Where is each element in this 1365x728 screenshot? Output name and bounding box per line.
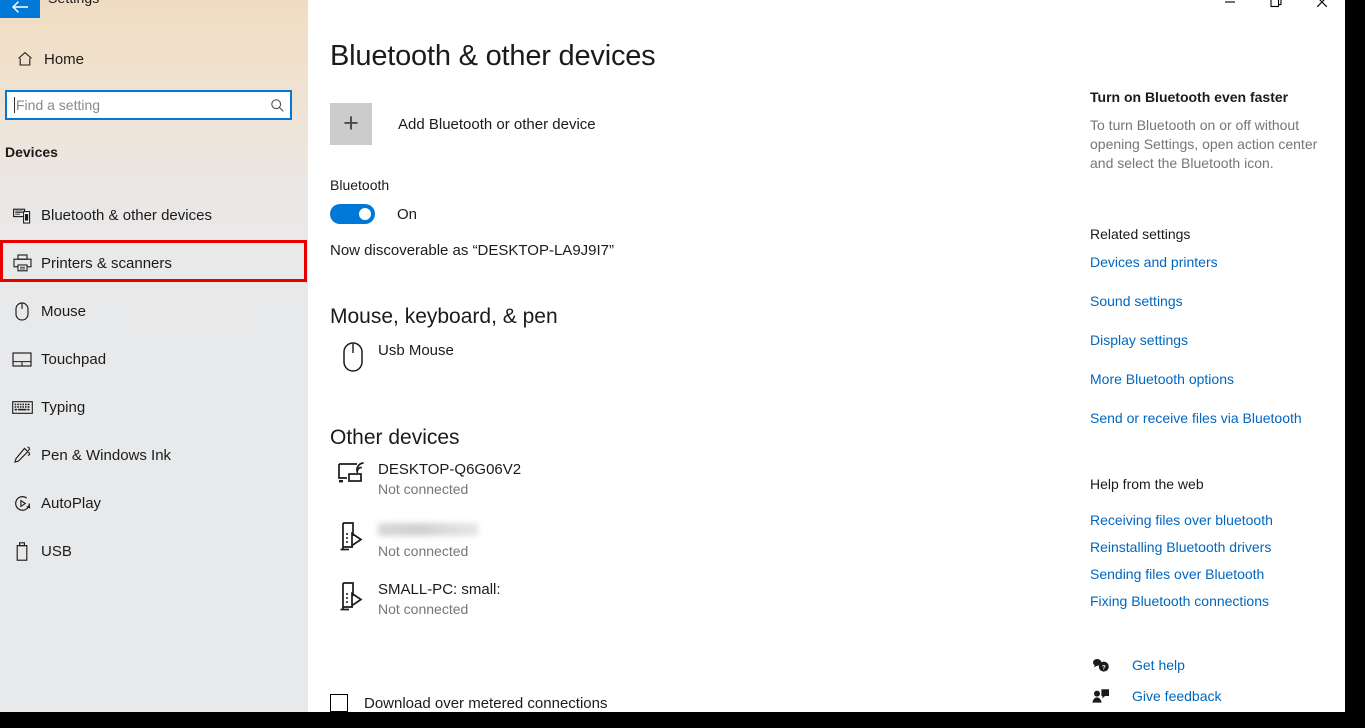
feedback-icon — [1090, 688, 1112, 704]
tip-body: To turn Bluetooth on or off without open… — [1090, 117, 1318, 171]
metered-connections-row[interactable]: Download over metered connections — [330, 694, 607, 712]
sidebar-item-label: USB — [41, 542, 72, 560]
discoverable-text: Now discoverable as “DESKTOP-LA9J9I7” — [330, 242, 615, 259]
tip-heading: Turn on Bluetooth even faster — [1090, 89, 1289, 105]
bluetooth-devices-icon — [5, 207, 39, 224]
metered-label: Download over metered connections — [364, 694, 608, 712]
sidebar-item-usb[interactable]: USB — [0, 527, 308, 575]
related-link-send-receive-files[interactable]: Send or receive files via Bluetooth — [1090, 410, 1302, 426]
autoplay-icon — [5, 494, 39, 513]
restore-button[interactable] — [1253, 0, 1299, 10]
related-link-display-settings[interactable]: Display settings — [1090, 332, 1188, 348]
sidebar-item-autoplay[interactable]: AutoPlay — [0, 479, 308, 527]
section-heading-other-devices: Other devices — [330, 426, 460, 449]
bottom-black-band — [0, 712, 1365, 728]
related-settings-heading: Related settings — [1090, 226, 1191, 242]
sidebar-item-home[interactable]: Home — [0, 42, 308, 76]
app-title: Settings — [48, 0, 99, 6]
sidebar-item-pen-windows-ink[interactable]: Pen & Windows Ink — [0, 431, 308, 479]
minimize-icon — [1225, 1, 1235, 3]
help-link-reinstalling-drivers[interactable]: Reinstalling Bluetooth drivers — [1090, 539, 1271, 555]
restore-icon — [1270, 0, 1282, 8]
sidebar-item-label: AutoPlay — [41, 494, 102, 512]
cast-device-icon — [330, 520, 376, 552]
right-info-pane: Turn on Bluetooth even faster To turn Bl… — [1068, 0, 1345, 712]
right-black-band — [1345, 0, 1365, 728]
bluetooth-section-label: Bluetooth — [330, 177, 390, 193]
get-help-link[interactable]: ? Get help — [1090, 657, 1185, 673]
cast-device-icon — [330, 580, 376, 612]
help-link-sending-files[interactable]: Sending files over Bluetooth — [1090, 566, 1264, 582]
device-item-usb-mouse[interactable]: Usb Mouse — [330, 341, 454, 373]
sidebar-home-label: Home — [44, 50, 85, 68]
device-item-desktop-q6g06v2[interactable]: DESKTOP-Q6G06V2 Not connected — [330, 460, 521, 499]
device-item-small-pc[interactable]: SMALL-PC: small: Not connected — [330, 580, 501, 619]
toggle-knob — [359, 208, 371, 220]
plus-icon: + — [330, 103, 372, 145]
device-name: SMALL-PC: small: — [378, 581, 501, 598]
help-link-fixing-connections[interactable]: Fixing Bluetooth connections — [1090, 593, 1269, 609]
device-name: Usb Mouse — [378, 342, 454, 359]
home-icon — [8, 50, 42, 68]
navigation-sidebar: Home Devices — [0, 0, 308, 712]
help-link-receiving-files[interactable]: Receiving files over bluetooth — [1090, 512, 1273, 528]
sidebar-item-label: Typing — [41, 398, 86, 416]
sidebar-group-label: Devices — [5, 144, 58, 160]
window-controls — [1207, 0, 1345, 10]
device-status: Not connected — [378, 543, 469, 559]
touchpad-icon — [5, 351, 39, 367]
section-heading-mouse-keyboard-pen: Mouse, keyboard, & pen — [330, 305, 558, 328]
give-feedback-label: Give feedback — [1132, 688, 1222, 704]
sidebar-item-label: Pen & Windows Ink — [41, 446, 172, 464]
metered-checkbox[interactable] — [330, 694, 348, 712]
sidebar-item-printers-scanners[interactable]: Printers & scanners — [0, 239, 308, 287]
device-status: Not connected — [378, 601, 469, 617]
bluetooth-toggle[interactable] — [330, 204, 375, 224]
add-bluetooth-device-button[interactable]: + Add Bluetooth or other device — [330, 103, 596, 145]
pen-icon — [5, 446, 39, 465]
related-link-devices-and-printers[interactable]: Devices and printers — [1090, 254, 1218, 270]
get-help-label: Get help — [1132, 657, 1185, 673]
device-item-redacted[interactable]: Not connected — [330, 520, 478, 561]
help-bubble-icon: ? — [1090, 657, 1112, 673]
search-input[interactable] — [15, 97, 264, 113]
sidebar-item-mouse[interactable]: Mouse — [0, 287, 308, 335]
bluetooth-toggle-row[interactable]: On — [330, 204, 417, 224]
sidebar-nav-list: Bluetooth & other devices Printers & sca… — [0, 191, 308, 575]
sidebar-item-bluetooth-other-devices[interactable]: Bluetooth & other devices — [0, 191, 308, 239]
sidebar-item-touchpad[interactable]: Touchpad — [0, 335, 308, 383]
search-box[interactable] — [5, 90, 292, 120]
sidebar-item-label: Touchpad — [41, 350, 107, 368]
sidebar-item-label: Printers & scanners — [41, 254, 172, 272]
settings-window: Home Devices — [0, 0, 1345, 712]
add-device-label: Add Bluetooth or other device — [398, 115, 596, 133]
help-from-web-heading: Help from the web — [1090, 476, 1204, 492]
sidebar-item-label: Mouse — [41, 302, 87, 320]
close-button[interactable] — [1299, 0, 1345, 10]
device-name: DESKTOP-Q6G06V2 — [378, 461, 522, 478]
title-bar: Settings — [0, 0, 1345, 26]
usb-icon — [5, 541, 39, 561]
main-content: Bluetooth & other devices + Add Bluetoot… — [308, 0, 1068, 712]
mouse-icon — [5, 301, 39, 321]
related-link-more-bluetooth-options[interactable]: More Bluetooth options — [1090, 371, 1234, 387]
close-icon — [1316, 0, 1328, 8]
sidebar-item-label: Bluetooth & other devices — [41, 206, 212, 224]
related-link-sound-settings[interactable]: Sound settings — [1090, 293, 1183, 309]
give-feedback-link[interactable]: Give feedback — [1090, 688, 1222, 704]
page-title: Bluetooth & other devices — [330, 40, 656, 72]
keyboard-icon — [5, 400, 39, 414]
bluetooth-toggle-state: On — [397, 205, 418, 223]
back-arrow-icon — [12, 1, 28, 13]
device-name — [378, 523, 478, 536]
printer-icon — [5, 254, 39, 272]
minimize-button[interactable] — [1207, 0, 1253, 10]
sidebar-item-typing[interactable]: Typing — [0, 383, 308, 431]
search-icon[interactable] — [264, 98, 290, 113]
cast-display-icon — [330, 460, 376, 488]
mouse-device-icon — [330, 341, 376, 373]
back-button[interactable] — [0, 0, 40, 18]
device-status: Not connected — [378, 481, 469, 497]
svg-text:?: ? — [1102, 664, 1106, 671]
